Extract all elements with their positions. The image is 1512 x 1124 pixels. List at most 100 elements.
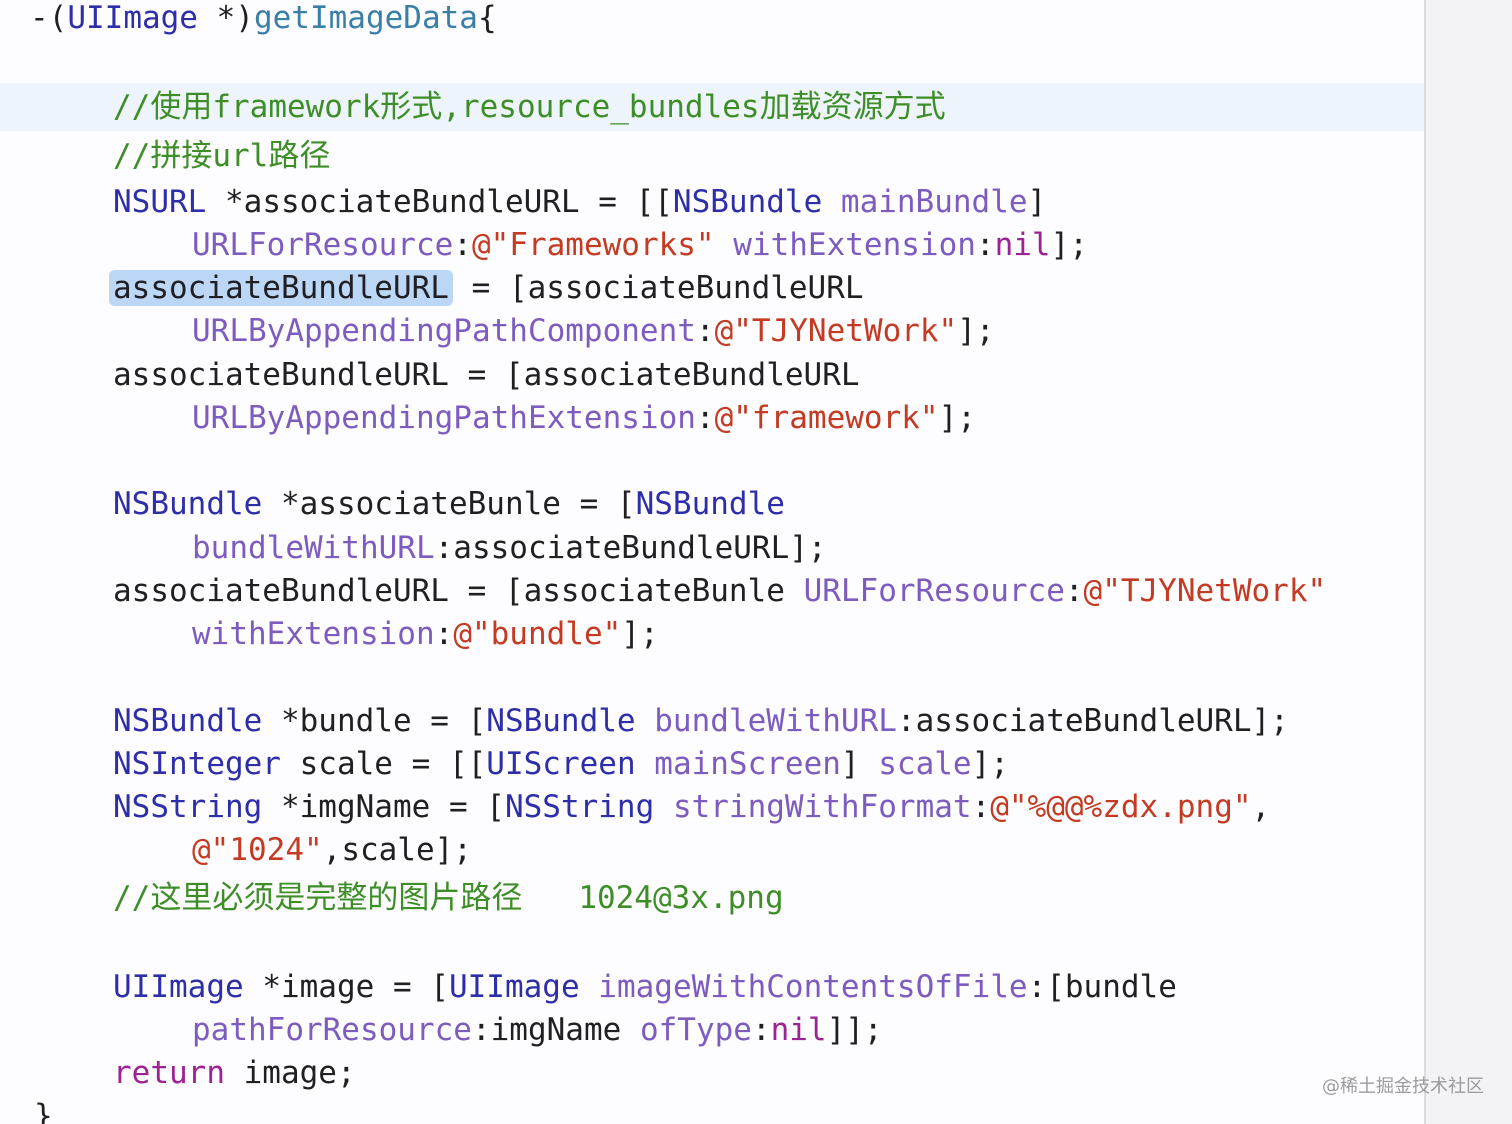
code-line-13[interactable]: withExtension:@"bundle"]; (192, 612, 659, 656)
token: scale = [[ (280, 746, 487, 782)
code-line-17[interactable]: @"1024",scale]; (192, 828, 472, 872)
code-line-6[interactable]: associateBundleURL = [associateBundleURL (109, 266, 864, 310)
token: URLForResource (192, 227, 454, 263)
code-line-12[interactable]: associateBundleURL = [associateBunle URL… (113, 569, 1326, 613)
token: URLByAppendingPathExtension (192, 400, 696, 436)
token: associateBundleURL = [associateBundleURL (113, 357, 860, 393)
token: scale (878, 746, 972, 782)
token: : (1064, 573, 1084, 609)
token: ]; (957, 313, 995, 349)
token: : (975, 227, 995, 263)
token: ]; (621, 616, 659, 652)
token: bundleWithURL (654, 703, 897, 739)
token: UIImage (448, 969, 580, 1005)
code-line-5[interactable]: URLForResource: @"Frameworks" withExtensi… (192, 223, 1088, 267)
token: URLForResource (803, 573, 1065, 609)
selected-token[interactable]: associateBundleURL (109, 270, 453, 306)
code-line-20[interactable]: pathForResource:imgName ofType:nil]]; (192, 1008, 883, 1052)
token: ]]; (826, 1012, 883, 1048)
code-line-14[interactable]: NSBundle *bundle = [NSBundle bundleWithU… (113, 699, 1289, 743)
token: *associateBundleURL = [[ (206, 184, 673, 220)
token: mainBundle (840, 184, 1028, 220)
code-line-22[interactable]: } (34, 1094, 53, 1124)
watermark: @稀土掘金技术社区 (1322, 1076, 1484, 1097)
token: = [associateBundleURL (452, 270, 864, 306)
token: nil (770, 1012, 827, 1048)
token: NSString (504, 789, 655, 825)
token: NSBundle (672, 184, 823, 220)
token: : (751, 1012, 771, 1048)
token: NSBundle (113, 703, 263, 739)
code-editor[interactable]: -(UIImage *)getImageData{ //使用framework形… (0, 0, 1512, 1124)
token: return (113, 1055, 225, 1091)
token: getImageData (253, 0, 478, 36)
token: *image = [ (243, 969, 449, 1005)
code-line-11[interactable]: bundleWithURL:associateBundleURL]; (192, 526, 827, 570)
code-line-4[interactable]: NSURL *associateBundleURL = [[NSBundle m… (113, 180, 1046, 224)
token: mainScreen (654, 746, 841, 782)
code-line-21[interactable]: return image; (113, 1051, 356, 1095)
token: NSBundle (635, 486, 785, 522)
code-line-2[interactable]: //使用framework形式,resource_bundles加载资源方式 (113, 85, 946, 129)
code-line-3[interactable]: //拼接url路径 (113, 134, 330, 178)
token: :imgName (471, 1012, 640, 1048)
token: URLByAppendingPathComponent (192, 313, 696, 349)
code-line-10[interactable]: NSBundle *associateBunle = [NSBundle (113, 482, 785, 526)
token: ,scale]; (322, 832, 472, 868)
token: withExtension (733, 227, 976, 263)
token: NSInteger (113, 746, 281, 782)
token: ]; (971, 746, 1009, 782)
code-line-16[interactable]: NSString *imgName = [NSString stringWith… (113, 785, 1270, 829)
token: :associateBundleURL]; (896, 703, 1289, 739)
token: ]; (1050, 227, 1088, 263)
code-line-7[interactable]: URLByAppendingPathComponent:@"TJYNetWork… (192, 309, 995, 353)
token: ] (840, 746, 879, 782)
token: stringWithFormat (672, 789, 972, 825)
editor-right-margin (1424, 0, 1512, 1124)
token: : (695, 400, 715, 436)
token: bundleWithURL (192, 530, 435, 566)
token: pathForResource (192, 1012, 472, 1048)
token: @"TJYNetWork" (714, 313, 958, 349)
token: :associateBundleURL]; (434, 530, 827, 566)
token: NSString (113, 789, 263, 825)
token: *bundle = [ (262, 703, 487, 739)
token: ] (1027, 184, 1047, 220)
code-line-1[interactable]: -(UIImage *)getImageData{ (30, 0, 497, 40)
code-line-9[interactable]: URLByAppendingPathExtension:@"framework"… (192, 396, 976, 440)
token: @"%@@%zdx.png" (990, 789, 1252, 825)
comment: //拼接url路径 (113, 138, 331, 174)
code-line-15[interactable]: NSInteger scale = [[UIScreen mainScreen]… (113, 742, 1009, 786)
code-line-18[interactable]: //这里必须是完整的图片路径 1024@3x.png (113, 876, 784, 920)
token: *imgName = [ (262, 789, 505, 825)
token: UIImage (113, 969, 244, 1005)
token: -( (30, 0, 68, 36)
code-line-19[interactable]: UIImage *image = [UIImage imageWithConte… (113, 965, 1177, 1009)
token: ]; (938, 400, 976, 436)
token: : (434, 616, 454, 652)
token: ofType (639, 1012, 752, 1048)
token: @"framework" (714, 400, 939, 436)
token: NSBundle (113, 486, 263, 522)
comment: //这里必须是完整的图片路径 1024@3x.png (113, 880, 784, 916)
token: } (34, 1098, 53, 1124)
token: *) (197, 0, 254, 36)
code-line-8[interactable]: associateBundleURL = [associateBundleURL (113, 353, 860, 397)
token: @"1024" (192, 832, 323, 868)
token: @"bundle" (453, 616, 622, 652)
token: UIImage (67, 0, 198, 36)
comment: //使用framework形式,resource_bundles加载资源方式 (113, 89, 946, 125)
token: :[bundle (1027, 969, 1177, 1005)
token: NSURL (113, 184, 207, 220)
token: nil (994, 227, 1051, 263)
token: imageWithContentsOfFile (598, 969, 1028, 1005)
token: associateBundleURL = [associateBunle (113, 573, 804, 609)
token: NSBundle (486, 703, 636, 739)
token: @"Frameworks" (471, 227, 715, 263)
token: : (695, 313, 715, 349)
